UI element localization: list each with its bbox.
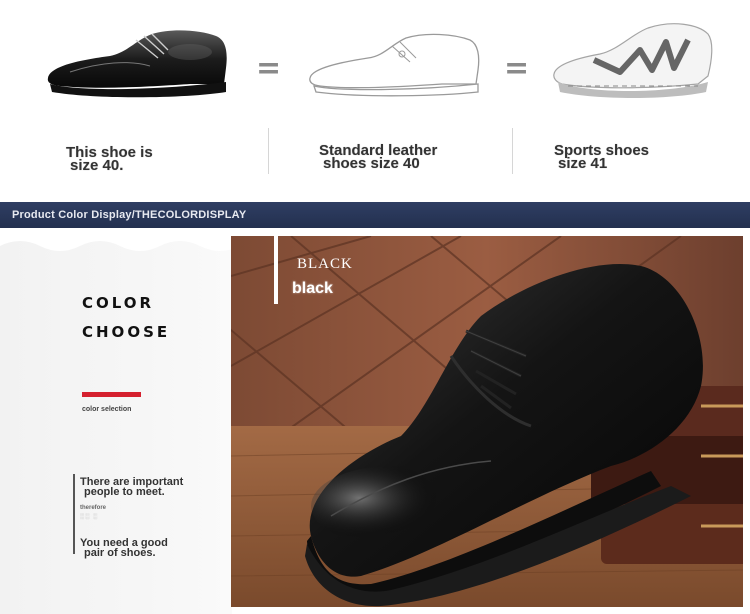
quote-line: people to meet. <box>84 486 165 498</box>
quote-connector: therefore <box>80 505 107 511</box>
color-label-bottom: black <box>292 280 333 297</box>
black-shoe-photo: BLACK black <box>231 236 743 607</box>
outline-leather-shoe-image <box>309 33 480 97</box>
caption-line: shoes size 40 <box>323 155 420 172</box>
size-caption-sports-shoe: Sports shoes size 41 <box>554 143 724 171</box>
quote-bar <box>73 474 75 554</box>
section-title: Product Color Display/THECOLORDISPLAY <box>12 209 247 221</box>
quote-line: pair of shoes. <box>84 547 156 559</box>
product-color-display-bar: Product Color Display/THECOLORDISPLAY <box>0 202 750 228</box>
size-caption-dress-shoe: This shoe is size 40. <box>66 145 226 173</box>
sports-shoe-image <box>553 23 713 98</box>
blurred-text-icon: ░░ ░ <box>80 514 99 520</box>
color-selection-label: color selection <box>82 406 132 413</box>
size-caption-leather-shoe: Standard leather shoes size 40 <box>319 143 499 172</box>
label-accent-bar <box>274 236 278 304</box>
wave-decoration <box>0 236 232 251</box>
accent-line <box>82 392 141 397</box>
divider <box>512 128 513 174</box>
color-label-top: BLACK <box>297 256 353 272</box>
choose-title: CHOOSE <box>82 323 171 341</box>
quote-block: There are important people to meet. ther… <box>80 477 225 559</box>
dress-shoe-image <box>47 30 227 98</box>
equals-sign-2: = <box>504 51 530 86</box>
equals-sign-1: = <box>256 51 282 86</box>
color-title: COLOR <box>82 294 155 312</box>
color-choose-panel: COLOR CHOOSE color selection There are i… <box>0 236 232 614</box>
size-comparison-section: = = This shoe is size 40. Standard leath… <box>0 0 750 200</box>
divider <box>268 128 269 174</box>
